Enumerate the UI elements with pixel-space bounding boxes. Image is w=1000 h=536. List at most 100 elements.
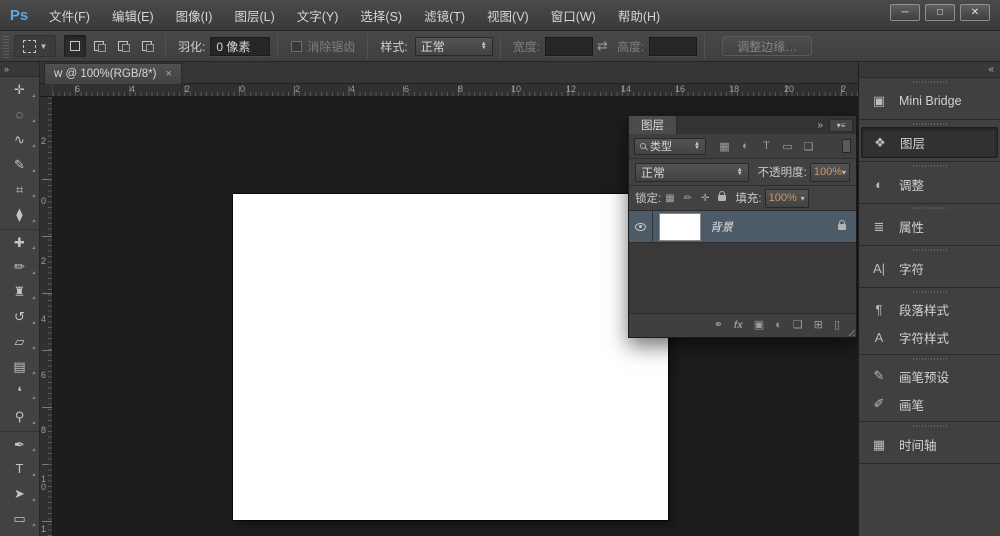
new-adjustment-layer-icon[interactable]: ◐ (775, 320, 782, 331)
horizontal-ruler[interactable]: 642024681012141618202 (53, 84, 858, 97)
options-bar-grip[interactable] (3, 34, 9, 58)
eyedropper-tool[interactable]: ⧫ (0, 202, 39, 227)
dock-item-paragraph-styles[interactable]: ¶段落样式 (859, 295, 1000, 323)
move-tool[interactable]: ✛ (0, 77, 39, 102)
window-close-button[interactable]: ✕ (960, 4, 990, 21)
layer-filter-toggle[interactable] (842, 139, 851, 153)
collapse-to-icons-button[interactable]: » (811, 120, 829, 131)
antialias-checkbox[interactable] (291, 41, 302, 52)
menu-help[interactable]: 帮助(H) (607, 0, 671, 30)
filter-smart-objects-icon[interactable]: ❏ (798, 140, 819, 153)
document-canvas[interactable] (233, 194, 668, 520)
dodge-tool[interactable]: ⚲ (0, 404, 39, 429)
layer-style-icon[interactable]: fx (734, 321, 743, 331)
lock-position-icon[interactable]: ✛ (701, 193, 709, 204)
menu-layer[interactable]: 图层(L) (223, 0, 285, 30)
panel-menu-icon[interactable]: ▾≡ (829, 119, 853, 132)
tool-preset-picker[interactable]: ▼ (14, 35, 56, 57)
dock-collapse-button[interactable]: « (988, 64, 994, 75)
lock-image-pixels-icon[interactable]: ✏ (684, 193, 692, 204)
menu-view[interactable]: 视图(V) (476, 0, 540, 30)
menu-image[interactable]: 图像(I) (165, 0, 224, 30)
eraser-tool[interactable]: ▱ (0, 329, 39, 354)
dock-item-layers[interactable]: ❖图层 (861, 127, 998, 158)
dock-item-brush-presets[interactable]: ✎画笔预设 (859, 362, 1000, 390)
shape-tool[interactable]: ▭ (0, 506, 39, 531)
marquee-tool[interactable]: ◌ (0, 102, 39, 127)
filter-type-layers-icon[interactable]: T (756, 140, 777, 153)
lasso-tool[interactable]: ∿ (0, 127, 39, 152)
healing-brush-tool[interactable]: ✚ (0, 229, 39, 254)
window-minimize-button[interactable]: ─ (890, 4, 920, 21)
dock-item-properties[interactable]: ≣属性 (859, 211, 1000, 242)
ruler-origin-box[interactable] (40, 84, 53, 97)
filter-type-dropdown[interactable]: 类型 (634, 138, 706, 155)
fill-dropdown[interactable]: 100% ▾ (765, 189, 809, 208)
gradient-tool[interactable]: ▤ (0, 354, 39, 379)
menu-select[interactable]: 选择(S) (349, 0, 413, 30)
pen-tool[interactable]: ✒ (0, 431, 39, 456)
new-layer-icon[interactable]: ⊞ (814, 320, 823, 331)
height-input[interactable] (649, 37, 697, 56)
dock-item-brush[interactable]: ✐画笔 (859, 390, 1000, 418)
window-maximize-button[interactable]: □ (925, 4, 955, 21)
new-group-icon[interactable]: ❏ (793, 320, 803, 331)
drag-grip[interactable] (913, 81, 947, 83)
quick-selection-tool[interactable]: ✎ (0, 152, 39, 177)
type-tool[interactable]: T (0, 456, 39, 481)
lock-all-icon[interactable] (718, 195, 726, 201)
layers-icon: ❖ (869, 135, 891, 151)
history-brush-tool[interactable]: ↺ (0, 304, 39, 329)
crop-tool[interactable]: ⌗ (0, 177, 39, 202)
drag-grip[interactable] (913, 165, 947, 167)
layer-thumbnail[interactable] (660, 214, 700, 240)
lock-transparent-pixels-icon[interactable]: ▦ (665, 193, 674, 204)
path-selection-tool[interactable]: ➤ (0, 481, 39, 506)
add-to-selection-button[interactable] (88, 35, 110, 57)
dock-item-timeline[interactable]: ▦时间轴 (859, 429, 1000, 460)
layer-visibility-toggle[interactable] (629, 211, 653, 242)
drag-grip[interactable] (913, 123, 947, 125)
dock-item-character[interactable]: A|字符 (859, 253, 1000, 284)
vertical-ruler[interactable]: 2024681 01 (40, 97, 53, 536)
layer-row[interactable]: 背景 (629, 211, 856, 243)
document-tab[interactable]: w @ 100%(RGB/8*) × (44, 63, 182, 84)
filter-shape-layers-icon[interactable]: ▭ (777, 140, 798, 153)
toolbox-expand-button[interactable]: » (0, 62, 39, 77)
menu-type[interactable]: 文字(Y) (286, 0, 350, 30)
delete-layer-icon[interactable]: ▯ (834, 320, 840, 331)
new-selection-button[interactable] (64, 35, 86, 57)
swap-dimensions-icon[interactable]: ⇄ (597, 38, 608, 54)
dock-item-character-styles[interactable]: A字符样式 (859, 323, 1000, 351)
filter-pixel-layers-icon[interactable]: ▦ (714, 140, 735, 153)
link-layers-icon[interactable]: ⚭ (714, 320, 723, 331)
style-dropdown[interactable]: 正常 (415, 37, 493, 56)
layers-panel-tab[interactable]: 图层 (629, 116, 677, 134)
brush-tool[interactable]: ✏ (0, 254, 39, 279)
filter-adjustment-layers-icon[interactable]: ◐ (735, 140, 756, 153)
drag-grip[interactable] (913, 249, 947, 251)
panel-resize-grip[interactable] (846, 327, 855, 336)
menu-window[interactable]: 窗口(W) (540, 0, 607, 30)
drag-grip[interactable] (913, 358, 947, 360)
dock-item-adjustments[interactable]: ◐调整 (859, 169, 1000, 200)
blur-tool[interactable]: ❛ (0, 379, 39, 404)
drag-grip[interactable] (913, 207, 947, 209)
close-icon[interactable]: × (165, 68, 171, 80)
add-layer-mask-icon[interactable]: ▣ (754, 320, 764, 331)
menu-filter[interactable]: 滤镜(T) (413, 0, 476, 30)
quick-selection-tool-icon: ✎ (14, 157, 25, 173)
menu-file[interactable]: 文件(F) (38, 0, 101, 30)
clone-stamp-tool[interactable]: ♜ (0, 279, 39, 304)
feather-input[interactable] (210, 37, 270, 56)
dock-item-mini-bridge[interactable]: ▣Mini Bridge (859, 85, 1000, 116)
opacity-dropdown[interactable]: 100% ▾ (810, 163, 850, 182)
intersect-with-selection-button[interactable] (136, 35, 158, 57)
drag-grip[interactable] (913, 425, 947, 427)
width-input[interactable] (545, 37, 593, 56)
refine-edge-button[interactable]: 调整边缘… (722, 36, 812, 56)
drag-grip[interactable] (913, 291, 947, 293)
menu-edit[interactable]: 编辑(E) (101, 0, 165, 30)
blend-mode-dropdown[interactable]: 正常 (635, 163, 749, 182)
subtract-from-selection-button[interactable] (112, 35, 134, 57)
